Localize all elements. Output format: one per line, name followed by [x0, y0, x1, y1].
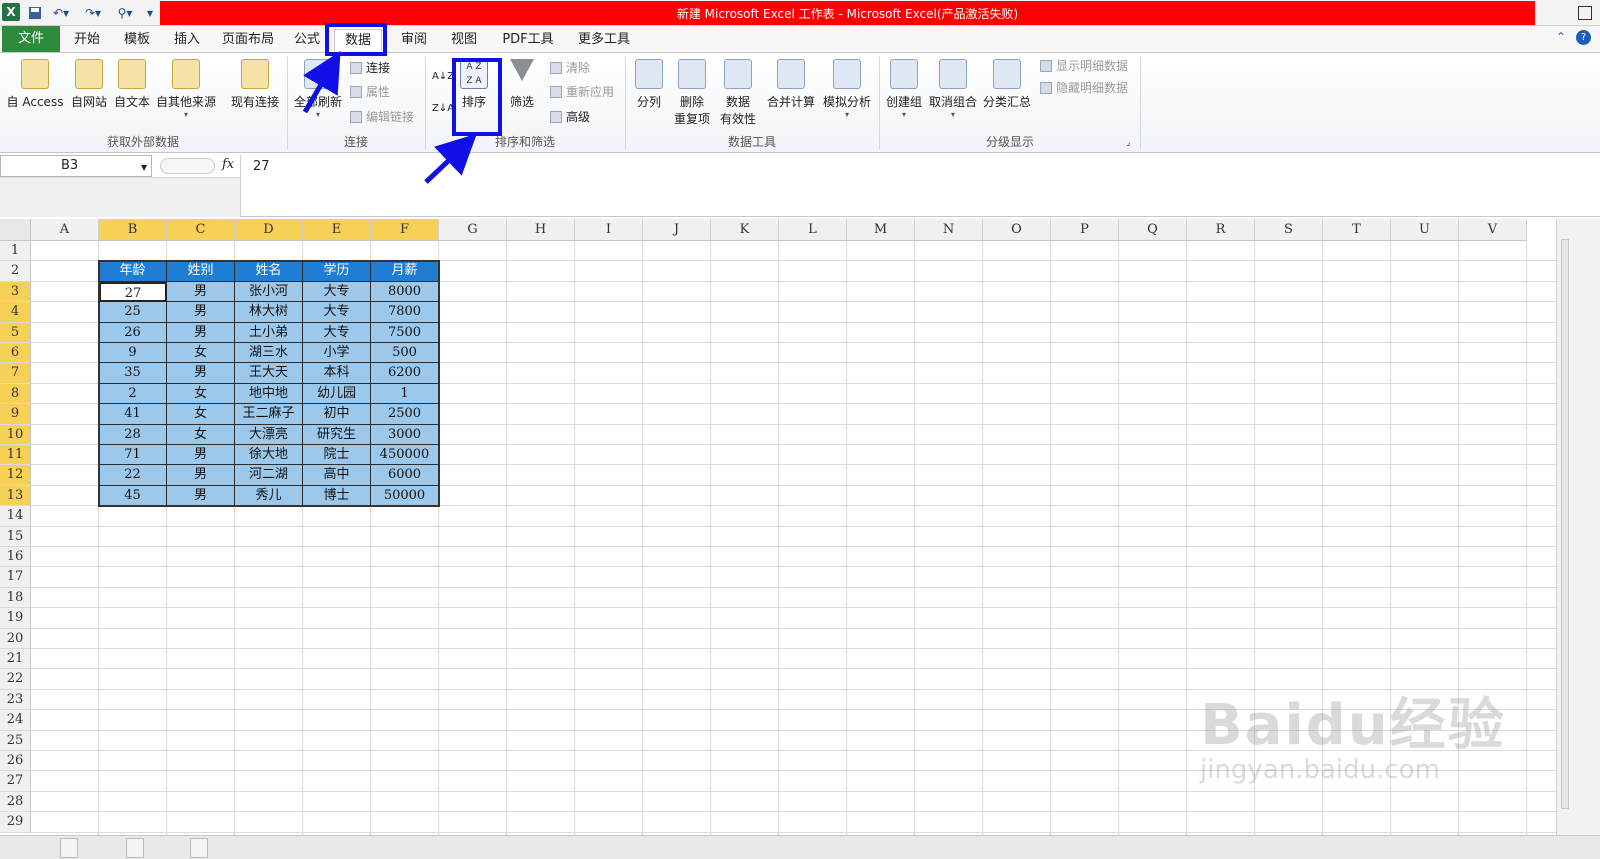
arrow-to-data-tab [302, 51, 341, 114]
watermark: Baidu经验 jingyan.baidu.com [1200, 680, 1506, 785]
watermark-brand: Baidu经验 [1200, 693, 1506, 758]
watermark-url: jingyan.baidu.com [1200, 755, 1440, 785]
arrow-to-sort [424, 133, 477, 184]
